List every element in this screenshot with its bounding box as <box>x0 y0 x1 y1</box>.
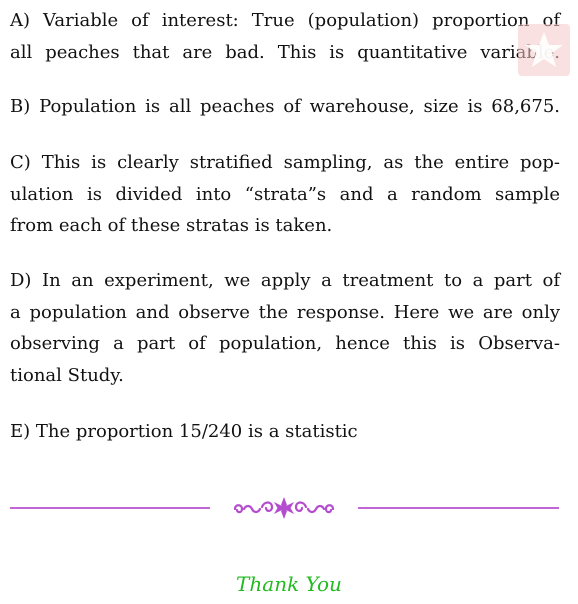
answer-c-line-3: from each of these stratas is taken. <box>10 215 333 236</box>
answer-a-line-2: all peaches that are bad. This is quanti… <box>10 41 560 63</box>
answer-e-line-1: E) The proportion 15/240 is a statistic <box>10 421 358 442</box>
answer-d-line-1: D) In an experiment, we apply a treatmen… <box>10 270 560 291</box>
thank-you-text: Thank You <box>236 572 342 596</box>
answer-d: D) In an experiment, we apply a treatmen… <box>10 265 560 391</box>
floral-ornament-icon <box>233 497 335 519</box>
answer-b-line-1: B) Population is all peaches of warehous… <box>10 96 560 117</box>
answer-a-line-1: A) Variable of interest: True (populatio… <box>10 10 560 31</box>
answer-b: B) Population is all peaches of warehous… <box>10 91 560 123</box>
answer-a: A) Variable of interest: True (populatio… <box>10 5 560 68</box>
answer-c: C) This is clearly stratified sampling, … <box>10 147 560 242</box>
answer-e: E) The proportion 15/240 is a statistic <box>10 416 560 448</box>
answer-d-line-2: a population and observe the response. H… <box>10 301 560 323</box>
answer-d-line-4: tional Study. <box>10 364 124 386</box>
answer-c-line-1: C) This is clearly stratified sampling, … <box>10 152 560 173</box>
star-watermark-icon <box>518 24 570 76</box>
divider-rule-right <box>358 507 559 509</box>
divider-rule-left <box>10 507 210 509</box>
answer-c-line-2: ulation is divided into “strata”s and a … <box>10 183 560 205</box>
answer-d-line-3: observing a part of population, hence th… <box>10 333 560 354</box>
